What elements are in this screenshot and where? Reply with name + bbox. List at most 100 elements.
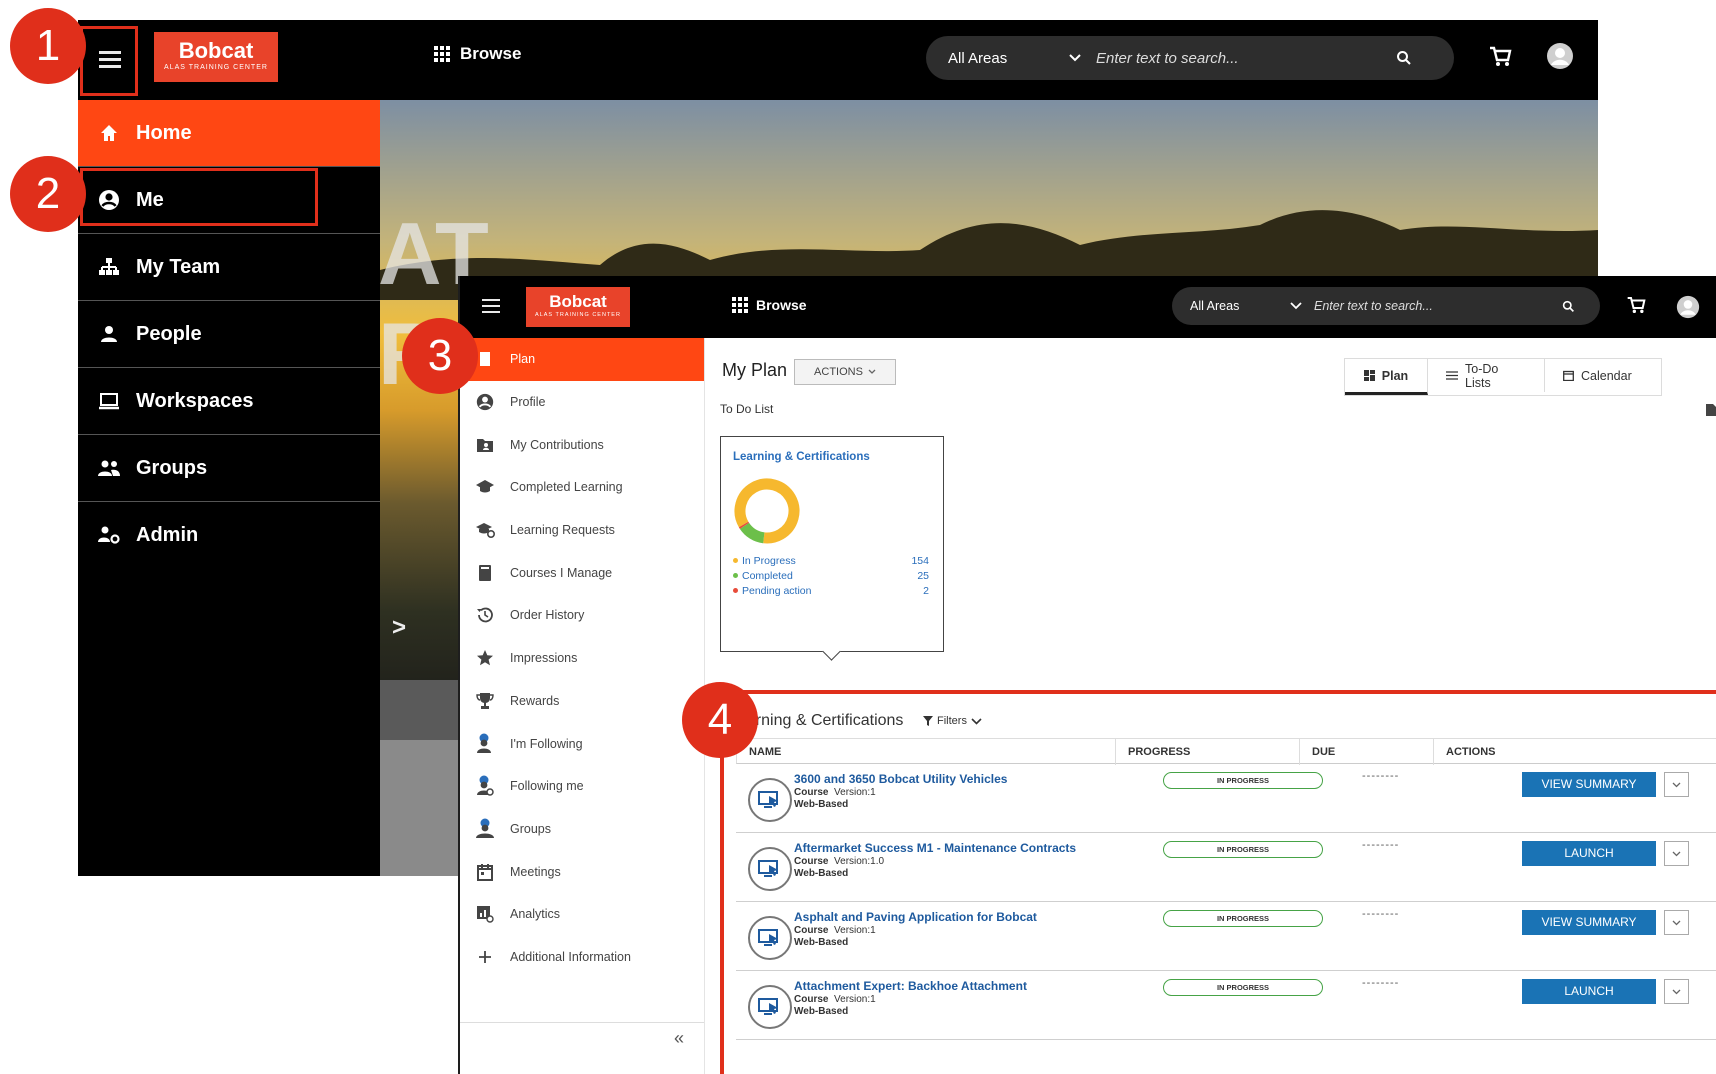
sidebar-item-label: Courses I Manage <box>510 565 613 580</box>
donut-segment-in-progress[interactable] <box>733 477 801 545</box>
hero-next-button[interactable]: > <box>392 614 406 642</box>
chevron-down-icon[interactable] <box>1290 302 1306 310</box>
search-icon[interactable] <box>1562 300 1575 313</box>
search-input[interactable]: Enter text to search... <box>1314 299 1562 313</box>
home-icon <box>94 121 124 145</box>
bobcat-logo[interactable]: Bobcat ALAS TRAINING CENTER <box>526 287 630 327</box>
user-avatar[interactable] <box>1546 42 1574 70</box>
legend-label: Completed <box>742 569 793 582</box>
tab-to-do-lists[interactable]: To-Do Lists <box>1428 359 1545 392</box>
sidebar-item-plan[interactable]: Plan <box>460 338 704 381</box>
document-icon[interactable] <box>1706 404 1716 416</box>
browse-button[interactable]: Browse <box>434 44 521 64</box>
sidebar-item-rewards[interactable]: Rewards <box>460 680 704 723</box>
sidebar-item-completed-learning[interactable]: Completed Learning <box>460 466 704 509</box>
sidebar-item-courses-i-manage[interactable]: Courses I Manage <box>460 551 704 594</box>
row-more-dropdown[interactable] <box>1664 772 1689 797</box>
course-title-link[interactable]: Aftermarket Success M1 - Maintenance Con… <box>794 841 1076 855</box>
nav-item-home[interactable]: Home <box>78 100 380 167</box>
cart-icon[interactable] <box>1626 296 1646 315</box>
sidebar-item-profile[interactable]: Profile <box>460 381 704 424</box>
chevron-down-icon[interactable] <box>1068 53 1086 63</box>
nav-item-admin[interactable]: Admin <box>78 502 380 568</box>
card-legend: In Progress 154 Completed 25 Pending act… <box>733 553 929 598</box>
callout-badge-2: 2 <box>10 156 86 232</box>
filters-button[interactable]: Filters <box>923 715 982 727</box>
sidebar-item-im-following[interactable]: I'm Following <box>460 722 704 765</box>
row-more-dropdown[interactable] <box>1664 979 1689 1004</box>
chevron-down-icon <box>1672 851 1681 857</box>
hamburger-menu-button[interactable] <box>482 298 502 314</box>
row-more-dropdown[interactable] <box>1664 841 1689 866</box>
sidebar-item-learning-requests[interactable]: Learning Requests <box>460 509 704 552</box>
chevron-down-icon <box>868 369 876 375</box>
section-title: earning & Certifications <box>738 712 904 729</box>
course-title-link[interactable]: Attachment Expert: Backhoe Attachment <box>794 979 1027 993</box>
chevron-down-icon <box>1672 920 1681 926</box>
row-action-button[interactable]: LAUNCH <box>1522 841 1656 866</box>
learning-certifications-card[interactable]: Learning & Certifications In Progress 15… <box>720 436 944 661</box>
view-tabs: Plan To-Do Lists Calendar <box>1344 358 1662 396</box>
logo-tagline: ALAS TRAINING CENTER <box>535 312 621 318</box>
tab-calendar[interactable]: Calendar <box>1545 359 1661 392</box>
search-bar[interactable]: All Areas Enter text to search... <box>926 36 1454 80</box>
area-select[interactable]: All Areas <box>1190 299 1290 313</box>
row-action-button[interactable]: LAUNCH <box>1522 979 1656 1004</box>
nav-item-groups[interactable]: Groups <box>78 435 380 502</box>
table-row[interactable]: Attachment Expert: Backhoe Attachment Cou… <box>736 971 1716 1040</box>
sidebar-item-impressions[interactable]: Impressions <box>460 637 704 680</box>
nav-item-people[interactable]: People <box>78 301 380 368</box>
bobcat-logo[interactable]: Bobcat ALAS TRAINING CENTER <box>154 32 278 82</box>
table-row[interactable]: Asphalt and Paving Application for Bobca… <box>736 902 1716 971</box>
card-title: Learning & Certifications <box>733 451 870 463</box>
sidebar-item-label: Meetings <box>510 864 561 879</box>
legend-pending-action[interactable]: Pending action 2 <box>733 583 929 598</box>
sidebar-item-label: I'm Following <box>510 736 583 751</box>
row-action-button[interactable]: VIEW SUMMARY <box>1522 910 1656 935</box>
top-bar: Bobcat ALAS TRAINING CENTER Browse All A… <box>460 276 1716 338</box>
browse-label: Browse <box>756 297 807 313</box>
search-input[interactable]: Enter text to search... <box>1096 50 1396 67</box>
sidebar-item-order-history[interactable]: Order History <box>460 594 704 637</box>
row-more-dropdown[interactable] <box>1664 910 1689 935</box>
sidebar-item-meetings[interactable]: Meetings <box>460 850 704 893</box>
calendar-icon <box>1563 370 1574 381</box>
row-action-button[interactable]: VIEW SUMMARY <box>1522 772 1656 797</box>
legend-completed[interactable]: Completed 25 <box>733 568 929 583</box>
legend-value: 25 <box>917 569 929 582</box>
legend-in-progress[interactable]: In Progress 154 <box>733 553 929 568</box>
tab-plan[interactable]: Plan <box>1345 359 1428 395</box>
sidebar-item-following-me[interactable]: Following me <box>460 765 704 808</box>
course-title-link[interactable]: Asphalt and Paving Application for Bobca… <box>794 910 1037 924</box>
collapse-sidebar-button[interactable]: « <box>674 1028 684 1049</box>
sidebar-item-label: Profile <box>510 395 546 410</box>
sidebar-item-analytics[interactable]: Analytics <box>460 893 704 936</box>
sidebar-item-my-contributions[interactable]: My Contributions <box>460 423 704 466</box>
nav-item-label: My Team <box>136 255 221 278</box>
apps-grid-icon <box>732 297 748 313</box>
table-row[interactable]: Aftermarket Success M1 - Maintenance Con… <box>736 833 1716 902</box>
sidebar-item-label: Completed Learning <box>510 480 623 495</box>
search-icon[interactable] <box>1396 50 1412 66</box>
course-meta: Course Version:1.0 Web-Based <box>794 856 884 880</box>
sidebar-item-groups[interactable]: Groups <box>460 808 704 851</box>
nav-item-workspaces[interactable]: Workspaces <box>78 368 380 435</box>
browse-button[interactable]: Browse <box>732 297 807 313</box>
column-header-due: DUE <box>1300 739 1434 765</box>
sidebar-item-label: My Contributions <box>510 437 604 452</box>
progress-badge: IN PROGRESS <box>1163 979 1323 996</box>
course-delivery: Web-Based <box>794 937 849 948</box>
sidebar-item-additional-information[interactable]: Additional Information <box>460 936 704 979</box>
user-avatar[interactable] <box>1676 295 1700 319</box>
area-select[interactable]: All Areas <box>948 50 1068 67</box>
search-bar[interactable]: All Areas Enter text to search... <box>1172 287 1600 325</box>
nav-item-my-team[interactable]: My Team <box>78 234 380 301</box>
history-icon <box>474 604 496 626</box>
cart-icon[interactable] <box>1488 46 1512 68</box>
column-header-progress: PROGRESS <box>1116 739 1300 765</box>
sidebar-item-label: Groups <box>510 821 551 836</box>
course-type: Course <box>794 925 829 936</box>
course-title-link[interactable]: 3600 and 3650 Bobcat Utility Vehicles <box>794 772 1007 786</box>
table-row[interactable]: 3600 and 3650 Bobcat Utility Vehicles Cou… <box>736 764 1716 833</box>
actions-dropdown[interactable]: ACTIONS <box>794 359 896 385</box>
